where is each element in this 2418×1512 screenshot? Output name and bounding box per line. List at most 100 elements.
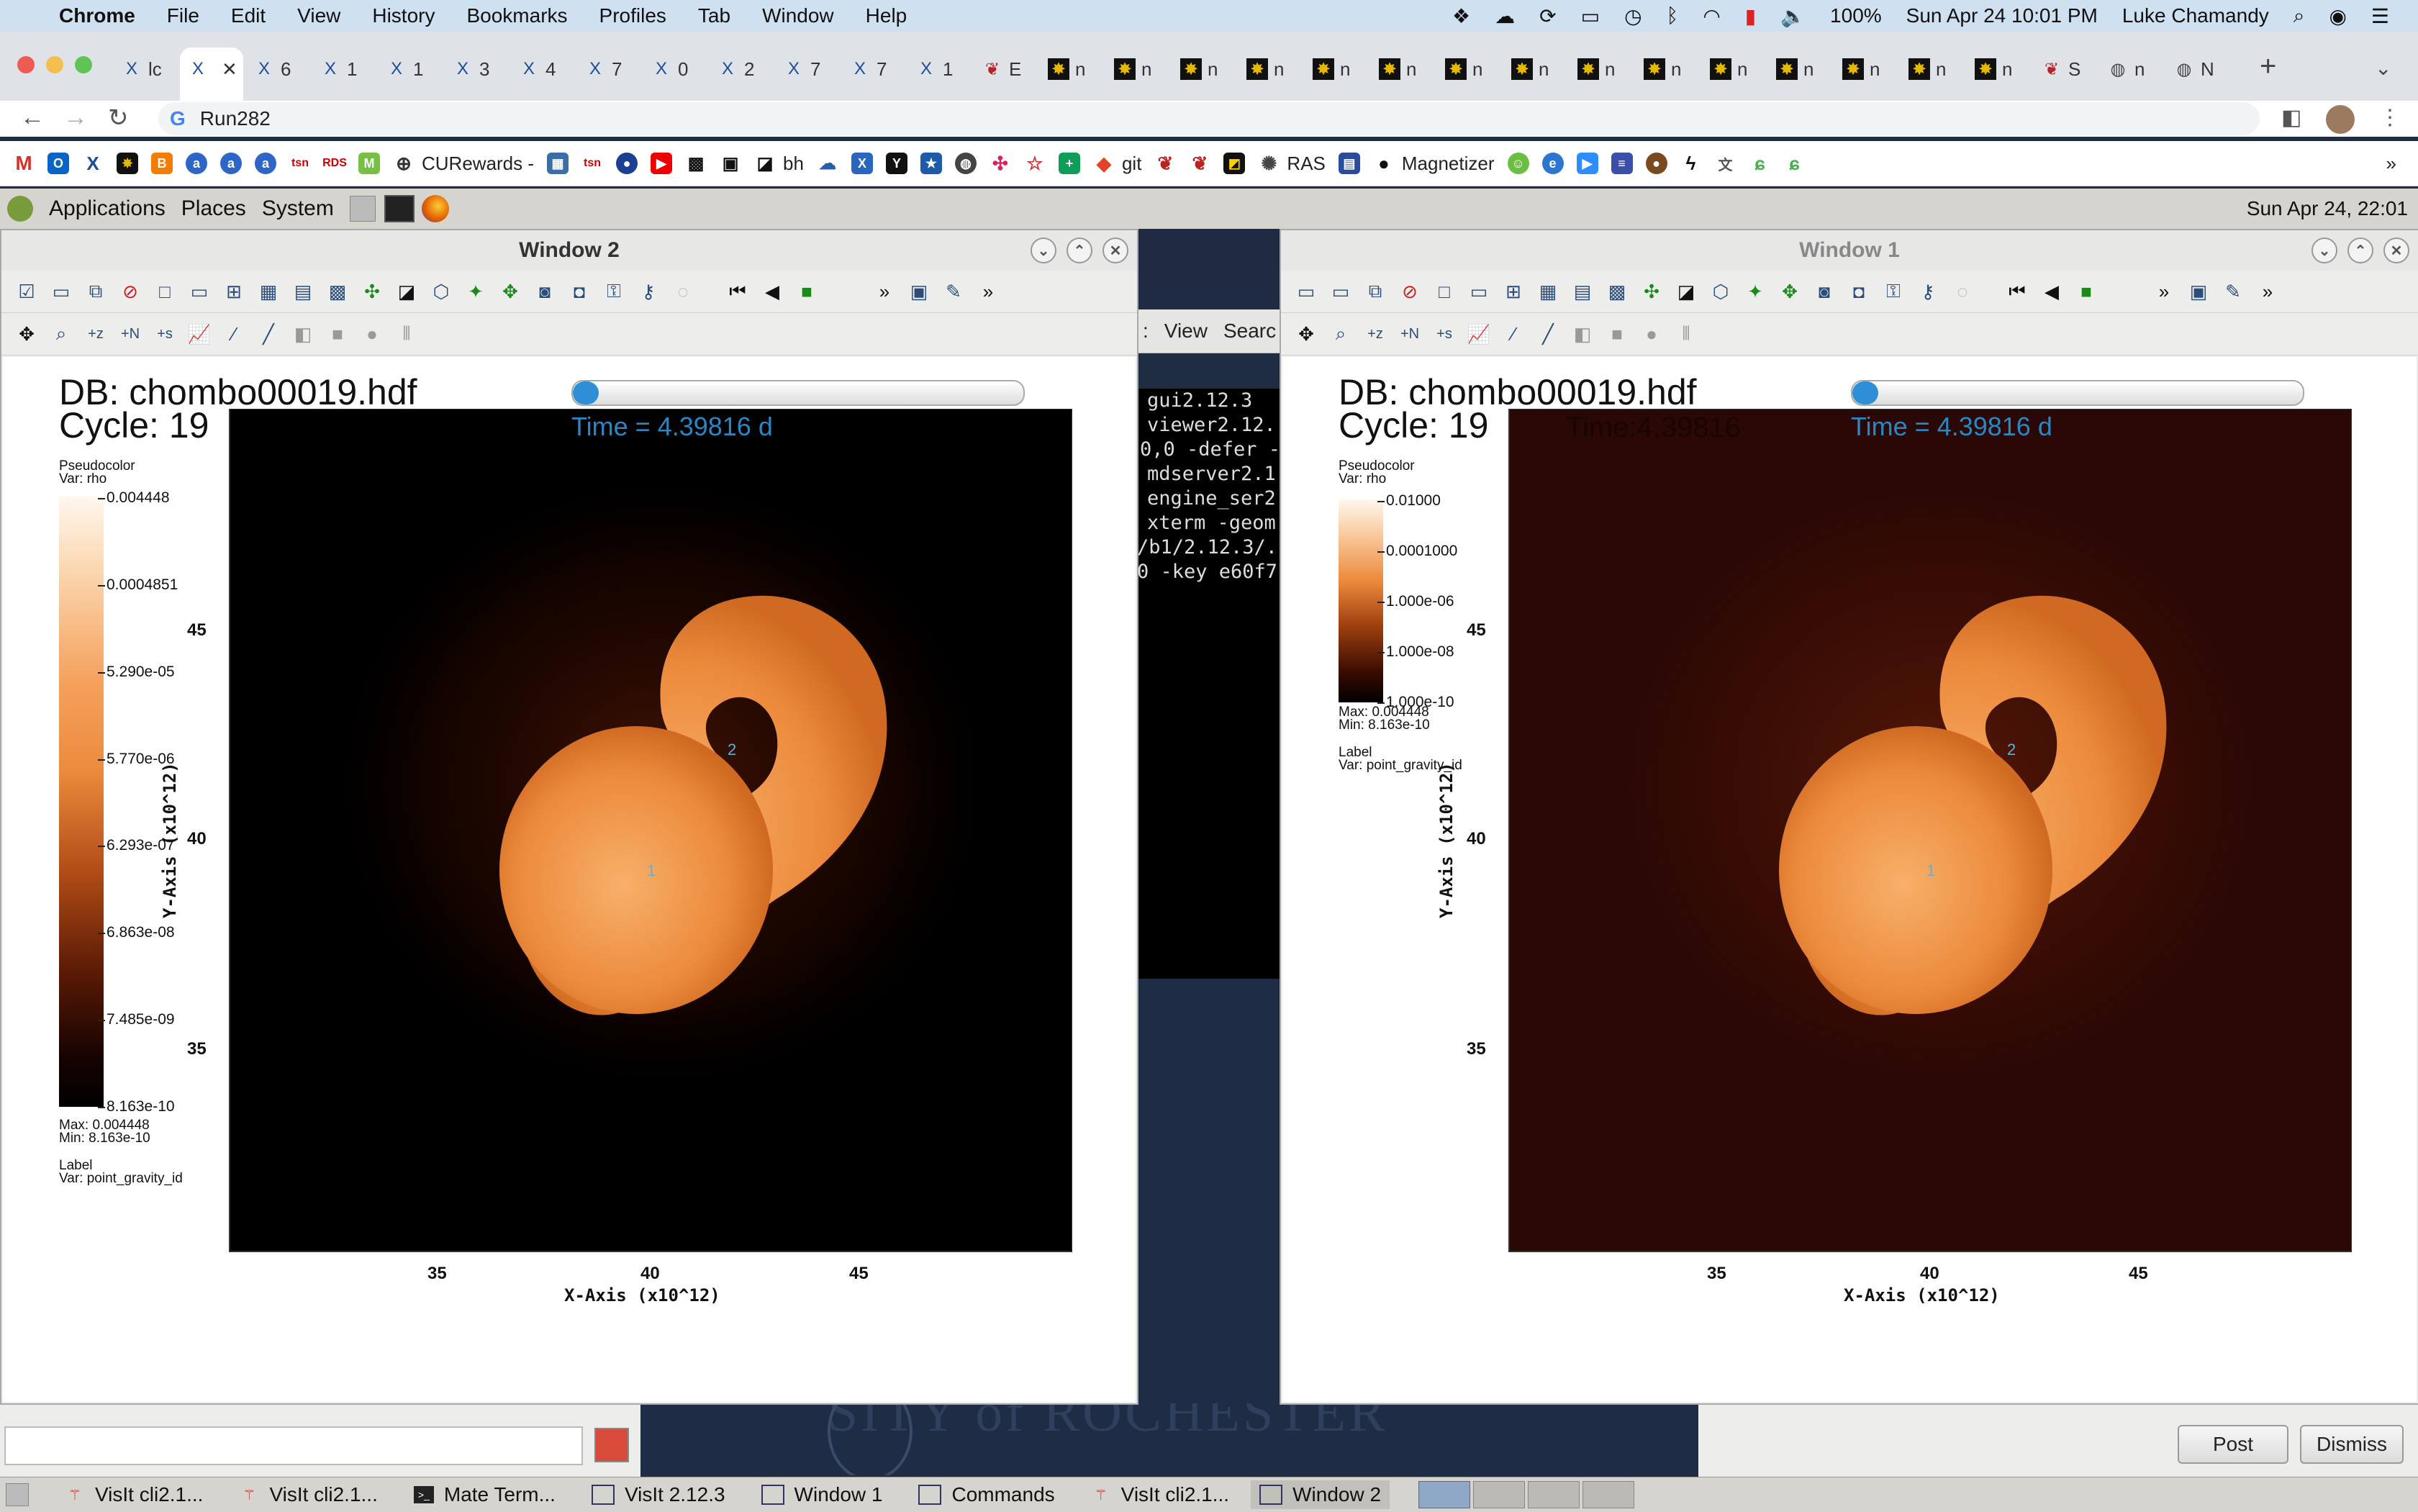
plane-icon[interactable]: ◧ (1569, 320, 1596, 348)
forward-icon[interactable]: → (63, 104, 88, 132)
paw1-bookmark[interactable]: ❦ (1154, 153, 1177, 174)
zoom-bookmark[interactable]: ▶ (1576, 153, 1598, 174)
browser-tab[interactable]: ✸ n (1577, 47, 1615, 91)
star-bookmark[interactable]: ✸ (117, 153, 138, 174)
browser-tab[interactable]: ✸ n (1975, 47, 2012, 91)
undo-view-icon[interactable]: ✥ (497, 278, 524, 305)
browser-tab[interactable]: ✸ n (1048, 47, 1085, 91)
stop-icon[interactable]: ■ (2073, 278, 2100, 305)
view-3d-icon[interactable]: ⬡ (1707, 278, 1734, 305)
pick-icon[interactable]: ✎ (2219, 278, 2247, 305)
layout-3x3-icon[interactable]: ▩ (1603, 278, 1631, 305)
layout-3x3-icon[interactable]: ▩ (324, 278, 351, 305)
menu-bookmarks[interactable]: Bookmarks (466, 4, 567, 27)
nhl-bookmark[interactable]: ● (616, 153, 638, 174)
reverse-play-icon[interactable]: ◀ (2038, 278, 2065, 305)
file-manager-icon[interactable] (349, 196, 376, 222)
yb-bookmark[interactable]: ◩ (1223, 153, 1246, 174)
box-icon[interactable]: ■ (1603, 320, 1631, 348)
browser-tab[interactable]: ✸ n (1776, 47, 1814, 91)
save-image-icon[interactable]: ◙ (1811, 278, 1838, 305)
zoom-icon[interactable]: ⌕ (47, 320, 75, 348)
ball-bookmark[interactable]: ● (1645, 153, 1667, 174)
browser-tab[interactable]: X3 (452, 47, 489, 91)
dropbox-icon[interactable]: ❖ (1452, 4, 1470, 28)
control-center-icon[interactable]: ☰ (2371, 4, 2389, 28)
taskbar-item[interactable]: ⚚ VisIt cli2.1... (239, 1483, 377, 1506)
sync-icon[interactable]: ⟳ (1539, 4, 1556, 28)
menu-file[interactable]: File (167, 4, 199, 27)
datetime[interactable]: Sun Apr 24 10:01 PM (1906, 4, 2098, 27)
layout-2x2-icon[interactable]: ⊞ (220, 278, 248, 305)
window-2-canvas[interactable]: DB: chombo00019.hdf Cycle: 19 Pseudocolo… (3, 357, 1136, 1402)
lock-time-icon[interactable]: ⚷ (1914, 278, 1942, 305)
menu-applications[interactable]: Applications (49, 196, 166, 221)
taskbar-item[interactable]: VisIt 2.12.3 (591, 1483, 725, 1506)
browser-tab[interactable]: X7 (849, 47, 887, 91)
taskbar-item[interactable]: >_ Mate Term... (413, 1483, 556, 1506)
taskbar-item[interactable]: Window 1 (761, 1483, 882, 1506)
box-icon[interactable]: ■ (324, 320, 351, 348)
clone-window-icon[interactable]: ⧉ (1362, 278, 1389, 305)
menu-system[interactable]: System (262, 196, 334, 221)
browser-tab[interactable]: X1 (386, 47, 423, 91)
node-pick-icon[interactable]: +N (117, 320, 144, 348)
recenter-icon[interactable]: ✦ (1742, 278, 1769, 305)
layout-2x3-icon[interactable]: ▦ (255, 278, 282, 305)
gmail-bookmark[interactable]: M (13, 152, 35, 174)
bluetooth-icon[interactable]: ᛒ (1667, 4, 1679, 27)
browser-tab[interactable]: ✸ n (1710, 47, 1747, 91)
menu-profiles[interactable]: Profiles (599, 4, 666, 27)
close-icon[interactable]: ✕ (2383, 237, 2409, 263)
new-window-icon[interactable]: ▭ (1327, 278, 1354, 305)
toolbar-overflow-icon[interactable]: » (871, 278, 898, 305)
browser-tab[interactable]: ✸ n (1644, 47, 1681, 91)
menu-tab[interactable]: Tab (698, 4, 730, 27)
curve-pick-icon[interactable]: 📈 (186, 320, 213, 348)
browser-tab[interactable]: ❦ S (2041, 47, 2080, 91)
toolbar-overflow-icon[interactable]: » (974, 278, 1002, 305)
maximize-icon[interactable]: ⌃ (2347, 237, 2373, 263)
taskbar-item-active[interactable]: Window 2 (1251, 1480, 1390, 1509)
web-bookmark[interactable]: ◍ (954, 153, 977, 174)
curewards-bookmark[interactable]: ⊕ CURewards - (393, 153, 534, 175)
face-bookmark[interactable]: ☺ (1507, 153, 1529, 174)
command-input[interactable] (4, 1426, 583, 1465)
layout-2x4-icon[interactable]: ▤ (289, 278, 317, 305)
line-icon[interactable]: ╱ (255, 320, 282, 348)
bookmarks-overflow-icon[interactable]: » (2386, 153, 2396, 175)
nasa-bookmark[interactable]: ▦ (547, 153, 569, 174)
doc-bookmark[interactable]: ≡ (1611, 153, 1633, 174)
dismiss-button[interactable]: Dismiss (2300, 1425, 2404, 1464)
clone-window-icon[interactable]: ⧉ (82, 278, 109, 305)
m-bookmark[interactable]: M (358, 153, 380, 174)
image-icon[interactable]: ▣ (905, 278, 933, 305)
siri-icon[interactable]: ◉ (2329, 4, 2346, 28)
menu-history[interactable]: History (372, 4, 435, 27)
stop-icon[interactable]: ■ (793, 278, 820, 305)
window-1-canvas[interactable]: DB: chombo00019.hdf Cycle: 19 Pseudocolo… (1282, 357, 2417, 1402)
new-window-icon[interactable]: ▭ (47, 278, 75, 305)
rewind-icon[interactable]: ⏮ (724, 278, 751, 305)
close-icon[interactable]: ✕ (1102, 237, 1128, 263)
browser-tab[interactable]: ◍ N (2173, 47, 2214, 91)
paw2-bookmark[interactable]: ❦ (1189, 153, 1211, 174)
window-1-titlebar[interactable]: Window 1 ⌄ ⌃ ✕ (1281, 230, 2418, 271)
workspace-switcher[interactable] (1418, 1481, 1635, 1508)
maximize-icon[interactable]: ⌃ (1067, 237, 1092, 263)
terminal-menu-view[interactable]: View (1164, 320, 1208, 343)
spin-icon[interactable]: ✣ (358, 278, 386, 305)
sphere-icon[interactable]: ● (358, 320, 386, 348)
curve-pick-icon[interactable]: 📈 (1465, 320, 1493, 348)
browser-tab[interactable]: X2 (717, 47, 754, 91)
lock-time-icon[interactable]: ⚷ (635, 278, 662, 305)
back-icon[interactable]: ← (20, 104, 45, 132)
sheets-bookmark[interactable]: + (1058, 153, 1080, 174)
taskbar-item[interactable]: ⚚ VisIt cli2.1... (65, 1483, 203, 1506)
outlook-bookmark[interactable]: O (47, 153, 69, 174)
plane-icon[interactable]: ◧ (289, 320, 317, 348)
browser-tab[interactable]: ✸ n (1313, 47, 1350, 91)
spin-icon[interactable]: ✣ (1638, 278, 1665, 305)
browser-tab[interactable]: ◍ n (2107, 47, 2145, 91)
browser-tab[interactable]: X7 (584, 47, 622, 91)
